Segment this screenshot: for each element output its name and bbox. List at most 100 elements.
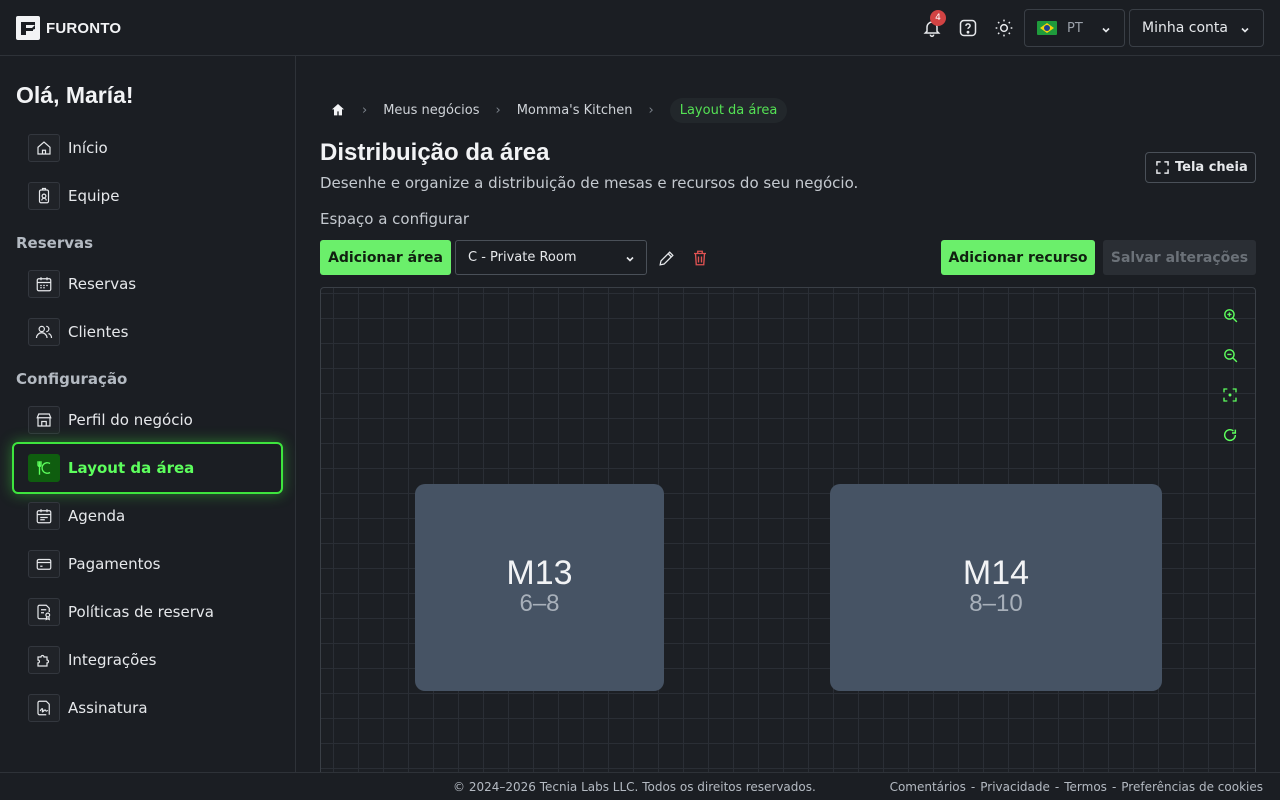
sidebar-item-perfil-do-negocio[interactable]: Perfil do negócio (16, 398, 280, 442)
footer-links: Comentários - Privacidade - Termos - Pre… (890, 780, 1263, 794)
theme-toggle-button[interactable] (992, 16, 1016, 40)
chevron-right-icon: › (362, 102, 368, 118)
sidebar-item-reservas[interactable]: Reservas (16, 262, 280, 306)
footer-link-comentarios[interactable]: Comentários (890, 780, 966, 794)
sidebar-item-integracoes[interactable]: Integrações (16, 638, 280, 682)
brand-name: FURONTO (46, 19, 122, 37)
calendar-icon (28, 270, 60, 298)
expand-icon (1156, 161, 1169, 174)
utensils-icon (28, 454, 60, 482)
badge-icon (28, 182, 60, 210)
sidebar-item-label: Perfil do negócio (68, 411, 193, 429)
notification-badge: 4 (930, 10, 946, 26)
sidebar-item-equipe[interactable]: Equipe (16, 174, 280, 218)
policy-icon (28, 598, 60, 626)
zoom-in-button[interactable] (1219, 304, 1241, 326)
logo[interactable]: FURONTO (16, 16, 121, 40)
sidebar-item-assinatura[interactable]: Assinatura (16, 686, 280, 730)
sidebar-item-politicas-de-reserva[interactable]: Políticas de reserva (16, 590, 280, 634)
add-resource-button[interactable]: Adicionar recurso (941, 240, 1095, 275)
area-select-value: C - Private Room (468, 250, 577, 265)
sidebar-item-label: Layout da área (68, 459, 195, 477)
footer-link-cookies[interactable]: Preferências de cookies (1121, 780, 1263, 794)
chevron-down-icon (626, 256, 634, 262)
zoom-out-icon (1223, 348, 1237, 362)
breadcrumb: › Meus negócios › Momma's Kitchen › Layo… (320, 96, 788, 124)
table-m13[interactable]: M13 6–8 (415, 484, 664, 691)
sidebar-item-label: Reservas (68, 275, 137, 293)
notifications-button[interactable]: 4 (920, 10, 946, 40)
breadcrumb-link-meus-negocios[interactable]: Meus negócios (383, 103, 479, 118)
sidebar-item-pagamentos[interactable]: Pagamentos (16, 542, 280, 586)
sidebar-item-layout-da-area[interactable]: Layout da área (12, 442, 283, 494)
zoom-out-button[interactable] (1219, 344, 1241, 366)
account-menu-button[interactable]: Minha conta (1129, 9, 1264, 47)
footer-separator: - (970, 780, 976, 794)
users-icon (28, 318, 60, 346)
table-name: M13 (506, 554, 573, 593)
sidebar-item-label: Agenda (68, 507, 126, 525)
brazil-flag-icon (1037, 21, 1057, 35)
sidebar-item-label: Clientes (68, 323, 129, 341)
trash-icon (694, 250, 706, 266)
sidebar-item-clientes[interactable]: Clientes (16, 310, 280, 354)
delete-area-button[interactable] (689, 247, 711, 269)
credit-card-icon (28, 550, 60, 578)
refresh-icon (1223, 428, 1237, 442)
pencil-icon (658, 250, 674, 266)
chevron-right-icon: › (648, 102, 654, 118)
save-changes-button[interactable]: Salvar alterações (1103, 240, 1256, 275)
sidebar: Olá, María! Início Equipe Reservas Reser… (0, 56, 296, 772)
sidebar-item-label: Assinatura (68, 699, 148, 717)
footer-separator: - (1111, 780, 1117, 794)
sidebar-item-label: Equipe (68, 187, 120, 205)
sidebar-item-inicio[interactable]: Início (16, 126, 280, 170)
area-select[interactable]: C - Private Room (455, 240, 647, 275)
fullscreen-button[interactable]: Tela cheia (1145, 152, 1256, 183)
greeting: Olá, María! (16, 82, 134, 108)
help-button[interactable] (956, 16, 980, 40)
puzzle-icon (28, 646, 60, 674)
section-label-configuracao: Configuração (16, 370, 128, 388)
space-label: Espaço a configurar (320, 210, 470, 228)
edit-area-button[interactable] (655, 247, 677, 269)
breadcrumb-current: Layout da área (669, 97, 788, 123)
footer-link-termos[interactable]: Termos (1064, 780, 1107, 794)
fullscreen-label: Tela cheia (1175, 160, 1248, 175)
home-icon[interactable] (330, 102, 346, 118)
footer-link-privacidade[interactable]: Privacidade (980, 780, 1050, 794)
footer-separator: - (1054, 780, 1060, 794)
add-area-button[interactable]: Adicionar área (320, 240, 451, 275)
layout-canvas[interactable]: M13 6–8 M14 8–10 (320, 287, 1256, 772)
signature-icon (28, 694, 60, 722)
breadcrumb-link-business[interactable]: Momma's Kitchen (517, 103, 633, 118)
table-m14[interactable]: M14 8–10 (830, 484, 1162, 691)
help-icon (959, 19, 977, 37)
account-label: Minha conta (1142, 20, 1228, 36)
language-selector[interactable]: PT (1024, 9, 1125, 47)
copyright-text: © 2024–2026 Tecnia Labs LLC. Todos os di… (453, 780, 816, 794)
sidebar-item-agenda[interactable]: Agenda (16, 494, 280, 538)
chevron-right-icon: › (495, 102, 501, 118)
table-capacity: 6–8 (519, 590, 560, 618)
fit-view-button[interactable] (1219, 384, 1241, 406)
chevron-down-icon (1241, 27, 1249, 33)
table-capacity: 8–10 (969, 590, 1023, 618)
logo-mark-icon (16, 16, 40, 40)
schedule-icon (28, 502, 60, 530)
language-code: PT (1067, 20, 1083, 36)
sidebar-item-label: Integrações (68, 651, 157, 669)
fit-view-icon (1223, 388, 1237, 402)
footer: © 2024–2026 Tecnia Labs LLC. Todos os di… (0, 772, 1280, 800)
sidebar-item-label: Pagamentos (68, 555, 161, 573)
table-name: M14 (962, 554, 1030, 593)
sidebar-item-label: Início (68, 139, 108, 157)
page-title: Distribuição da área (320, 139, 550, 166)
sidebar-item-label: Políticas de reserva (68, 603, 214, 621)
top-bar: FURONTO 4 PT Minha conta (0, 0, 1280, 56)
zoom-in-icon (1223, 308, 1237, 322)
page-subtitle: Desenhe e organize a distribuição de mes… (320, 174, 859, 192)
reset-view-button[interactable] (1219, 424, 1241, 446)
sun-icon (995, 19, 1013, 37)
chevron-down-icon (1102, 27, 1110, 33)
